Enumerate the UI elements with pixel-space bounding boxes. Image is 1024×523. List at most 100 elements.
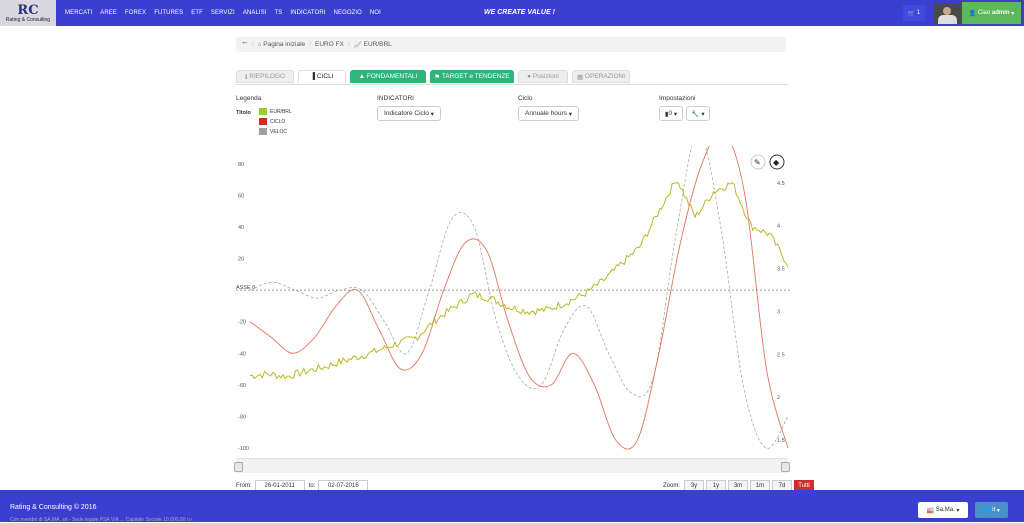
legend-item-eurbrl[interactable]: EUR/BRL bbox=[259, 108, 292, 115]
avatar[interactable] bbox=[934, 3, 961, 24]
nav-item-analisi[interactable]: ANALISI bbox=[243, 10, 267, 16]
cart-icon: 🛒 bbox=[907, 10, 916, 17]
nav-item-noi[interactable]: NOI bbox=[370, 10, 381, 16]
left-axis-tick: -40 bbox=[238, 351, 246, 357]
legend-item-veloc[interactable]: VELOC bbox=[259, 128, 287, 135]
legend-item-ciclo[interactable]: CICLO bbox=[259, 118, 285, 125]
left-axis-tick: 20 bbox=[238, 257, 244, 263]
chart-navigator[interactable] bbox=[234, 458, 790, 473]
breadcrumb-symbol: EUR/BRL bbox=[363, 41, 392, 48]
from-label: From: bbox=[236, 483, 252, 489]
left-axis-tick: -80 bbox=[238, 414, 246, 420]
caret-down-icon: ▾ bbox=[996, 507, 1000, 514]
nav-item-aree[interactable]: AREE bbox=[100, 10, 117, 16]
legend-title-label: Titolo bbox=[236, 110, 251, 116]
right-axis-tick: 1.5 bbox=[777, 438, 785, 444]
navigator-handle-left[interactable] bbox=[234, 462, 243, 472]
right-axis-tick: 3.5 bbox=[777, 267, 785, 273]
line-chart-icon: 📈 bbox=[353, 41, 362, 49]
settings-count-button[interactable]: ▮ 0 ▾ bbox=[659, 106, 683, 121]
indicator-dropdown[interactable]: Indicatore Ciclo ▾ bbox=[377, 106, 441, 121]
sama-dropdown[interactable]: 🏭 Sa.Ma. ▾ bbox=[918, 502, 968, 518]
nav-item-mercati[interactable]: MERCATI bbox=[65, 10, 92, 16]
caret-down-icon: ▾ bbox=[956, 507, 960, 514]
nav-item-futures[interactable]: FUTURES bbox=[154, 10, 183, 16]
eraser-icon-glyph: ◆ bbox=[773, 158, 780, 167]
breadcrumb: 🠔 / ⌂ Pagina iniziale / EURO FX / 📈 EUR/… bbox=[236, 37, 786, 52]
left-axis-tick: -100 bbox=[238, 446, 249, 452]
calculator-icon: ▦ bbox=[576, 73, 585, 81]
flag-icon: ⚑ bbox=[434, 73, 442, 81]
tab-fondamentali[interactable]: ▲ FONDAMENTALI bbox=[350, 70, 426, 83]
settings-heading: Impostazioni bbox=[659, 95, 696, 102]
cycle-chart[interactable]: 80604020-20-40-60-80-10054.543.532.521.5… bbox=[230, 146, 795, 460]
cycle-heading: Ciclo bbox=[518, 95, 533, 102]
legend-swatch bbox=[259, 118, 267, 125]
right-axis-tick: 4 bbox=[777, 224, 780, 230]
industry-icon: 🏭 bbox=[926, 507, 935, 514]
pencil-icon-glyph: ✎ bbox=[754, 158, 761, 167]
indicators-heading: INDICATORI bbox=[377, 95, 414, 102]
home-icon: ⌂ bbox=[257, 41, 262, 48]
nav-item-indicatori[interactable]: INDICATORI bbox=[290, 10, 325, 16]
tab-posizioni[interactable]: ● Posizioni bbox=[518, 70, 568, 83]
nav-item-ts[interactable]: TS bbox=[275, 10, 283, 16]
veloc-series-line[interactable] bbox=[249, 146, 789, 449]
caret-down-icon: ▾ bbox=[430, 110, 434, 118]
left-axis-tick: 80 bbox=[238, 162, 244, 168]
left-axis-tick: 60 bbox=[238, 193, 244, 199]
left-axis-tick: -60 bbox=[238, 383, 246, 389]
left-axis-tick: 40 bbox=[238, 225, 244, 231]
nav-item-servizi[interactable]: SERVIZI bbox=[211, 10, 235, 16]
legend-swatch bbox=[259, 128, 267, 135]
nav-item-forex[interactable]: FOREX bbox=[125, 10, 146, 16]
cycle-dropdown[interactable]: Annuale hours ▾ bbox=[518, 106, 579, 121]
nav-item-negozio[interactable]: NEGOZIO bbox=[334, 10, 362, 16]
nav-item-etf[interactable]: ETF bbox=[191, 10, 203, 16]
right-axis-tick: 3 bbox=[777, 309, 780, 315]
caret-down-icon: ▾ bbox=[1011, 10, 1015, 17]
user-icon: 👤 bbox=[968, 10, 977, 17]
ciclo-series-line[interactable] bbox=[249, 146, 789, 450]
breadcrumb-home[interactable]: Pagina iniziale bbox=[263, 41, 305, 48]
caret-down-icon: ▾ bbox=[701, 110, 705, 118]
area-chart-icon: ▲ bbox=[358, 73, 367, 80]
right-axis-tick: 4.5 bbox=[777, 181, 785, 187]
cart-count: 1 bbox=[916, 10, 921, 16]
tab-operazioni[interactable]: ▦ OPERAZIONI bbox=[572, 70, 630, 83]
footer-copyright: Rating & Consulting © 2016 bbox=[10, 504, 97, 511]
language-dropdown[interactable]: 🌐 it ▾ bbox=[975, 502, 1008, 518]
brand-logo[interactable]: RC Rating & Consulting bbox=[0, 0, 56, 26]
user-name: admin bbox=[991, 10, 1010, 16]
to-label: to: bbox=[308, 483, 316, 489]
user-menu-button[interactable]: 👤 Ciao admin ▾ bbox=[962, 2, 1021, 24]
tab-bar: ℹ RIEPILOGO ▐ CICLI ▲ FONDAMENTALI ⚑ TARGET… bbox=[236, 70, 788, 85]
tab-riepilogo[interactable]: ℹ RIEPILOGO bbox=[236, 70, 294, 83]
globe-icon: 🌐 bbox=[983, 507, 991, 514]
legend-swatch bbox=[259, 108, 267, 115]
slogan: WE CREATE VALUE ! bbox=[484, 9, 555, 16]
logo-mark: RC bbox=[17, 2, 39, 18]
user-greeting: Ciao bbox=[977, 10, 991, 16]
footer: Rating & Consulting © 2016 Con membri di… bbox=[0, 490, 1024, 523]
back-arrow-icon[interactable]: 🠔 bbox=[242, 39, 248, 50]
caret-down-icon: ▾ bbox=[673, 110, 678, 118]
wrench-icon: 🔧 bbox=[691, 110, 700, 118]
settings-tools-button[interactable]: 🔧 ▾ bbox=[686, 106, 710, 121]
right-axis-tick: 2.5 bbox=[777, 352, 785, 358]
navigator-handle-right[interactable] bbox=[781, 462, 790, 472]
left-axis-tick: -20 bbox=[238, 320, 246, 326]
eurbrl-price-line[interactable] bbox=[249, 181, 789, 380]
cart-button[interactable]: 🛒 1 bbox=[903, 5, 925, 21]
tab-target-e-tendenze[interactable]: ⚑ TARGET e TENDENZE bbox=[430, 70, 514, 83]
footer-legal: Con membri di SA.MA. srl - Sede legale P… bbox=[10, 517, 193, 523]
caret-down-icon: ▾ bbox=[568, 110, 572, 118]
main-menu: MERCATI AREE FOREX FUTURES ETF SERVIZI ANALISI… bbox=[65, 10, 389, 16]
zoom-label: Zoom: bbox=[663, 482, 681, 489]
tab-cicli[interactable]: ▐ CICLI bbox=[298, 70, 346, 83]
right-axis-tick: 2 bbox=[777, 395, 780, 401]
legend-heading: Legenda bbox=[236, 95, 262, 102]
breadcrumb-area[interactable]: EURO FX bbox=[315, 41, 344, 48]
zero-axis-label: ASSE 0 bbox=[236, 285, 255, 291]
logo-text: Rating & Consulting bbox=[5, 16, 51, 23]
